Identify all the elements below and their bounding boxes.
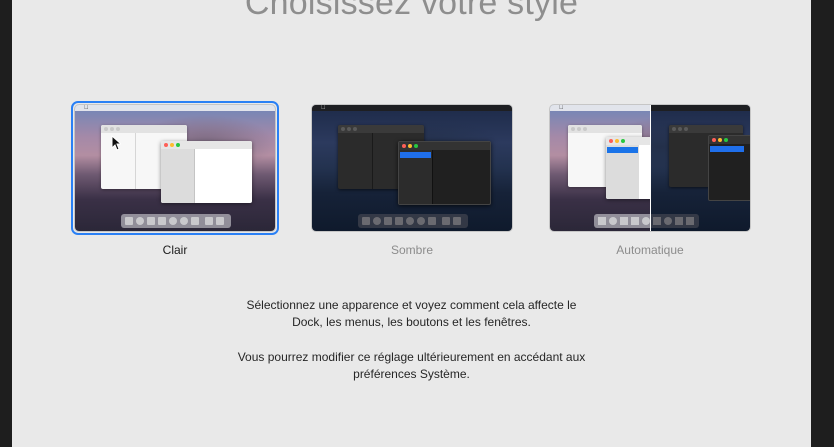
wallpaper-dark-half xyxy=(651,105,750,231)
light-preview-thumbnail[interactable]:  xyxy=(75,105,275,231)
description-line: Sélectionnez une apparence et voyez comm… xyxy=(246,298,577,312)
selection-ring:  xyxy=(546,101,754,235)
preview-dock xyxy=(121,214,231,228)
appearance-option-auto[interactable]:  xyxy=(546,101,754,257)
appearance-option-label: Sombre xyxy=(390,243,434,257)
selection-ring:  xyxy=(71,101,279,235)
preview-dock xyxy=(594,214,650,228)
apple-logo-icon:  xyxy=(559,105,564,111)
preview-window-front xyxy=(708,135,750,201)
preview-dock xyxy=(358,214,468,228)
page-title: Choisissez votre style xyxy=(244,0,579,22)
preview-window-front xyxy=(161,141,252,203)
apple-logo-icon:  xyxy=(321,105,326,111)
description-line: Vous pourrez modifier ce réglage ultérie… xyxy=(237,350,586,364)
appearance-option-label: Automatique xyxy=(616,243,684,257)
preview-dock xyxy=(651,214,699,228)
appearance-option-label: Clair xyxy=(162,243,188,257)
preview-window-front xyxy=(606,137,650,199)
menu-bar:  xyxy=(312,105,512,111)
apple-logo-icon:  xyxy=(84,105,89,111)
description-line: Dock, les menus, les boutons et les fenê… xyxy=(292,315,531,329)
appearance-option-light[interactable]:  xyxy=(71,101,279,257)
appearance-option-dark[interactable]:  xyxy=(308,101,516,257)
selection-ring:  xyxy=(308,101,516,235)
description-paragraph-1: Sélectionnez une apparence et voyez comm… xyxy=(12,297,811,331)
setup-assistant-panel: Choisissez votre style  xyxy=(12,0,811,447)
description-paragraph-2: Vous pourrez modifier ce réglage ultérie… xyxy=(12,349,811,383)
wallpaper-light-half:  xyxy=(550,105,650,231)
menu-bar:  xyxy=(75,105,275,111)
description-line: préférences Système. xyxy=(353,367,470,381)
preview-window-front xyxy=(398,141,491,205)
auto-preview-thumbnail[interactable]:  xyxy=(550,105,750,231)
dark-preview-thumbnail[interactable]:  xyxy=(312,105,512,231)
mouse-pointer-icon xyxy=(111,135,121,151)
